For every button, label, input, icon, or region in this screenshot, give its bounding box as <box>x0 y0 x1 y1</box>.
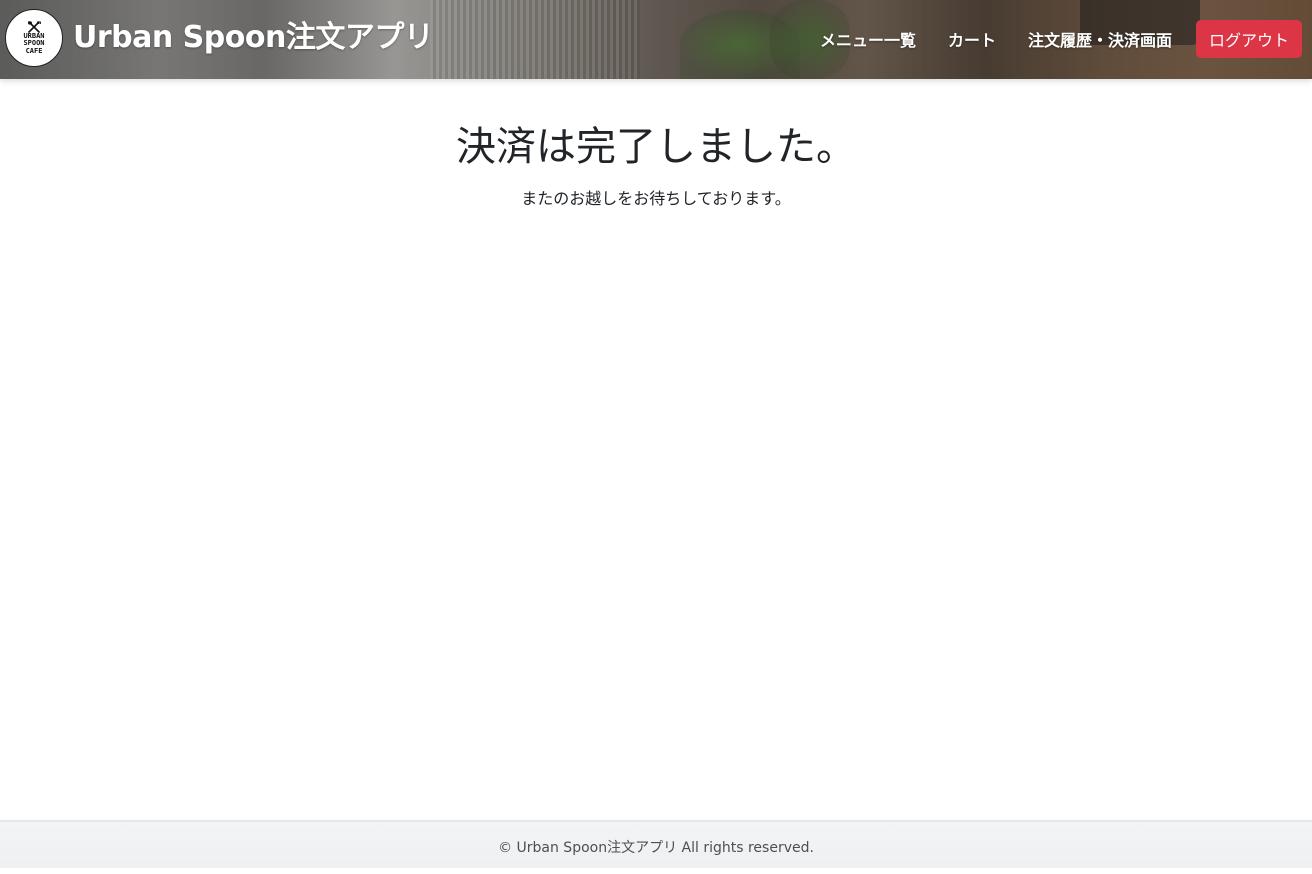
footer: © Urban Spoon注文アプリ All rights reserved. <box>0 820 1312 868</box>
main-nav: メニュー一覧 カート 注文履歴・決済画面 ログアウト <box>804 20 1302 58</box>
fork-spoon-crossed-icon <box>28 20 41 33</box>
logout-button[interactable]: ログアウト <box>1195 20 1302 58</box>
thank-you-message: またのお越しをお待ちしております。 <box>521 189 791 208</box>
nav-cart-link[interactable]: カート <box>948 27 996 51</box>
payment-complete-heading: 決済は完了しました。 <box>456 124 856 170</box>
header-background-curtain <box>430 0 640 79</box>
main-content: 決済は完了しました。 またのお越しをお待ちしております。 <box>0 79 1312 211</box>
footer-copyright: © Urban Spoon注文アプリ All rights reserved. <box>498 840 814 856</box>
app-title[interactable]: Urban Spoon注文アプリ <box>73 18 434 58</box>
nav-menu-list-link[interactable]: メニュー一覧 <box>820 27 916 51</box>
brand-logo[interactable]: URBAN SPOON CAFE <box>5 9 63 67</box>
nav-order-history-link[interactable]: 注文履歴・決済画面 <box>1028 27 1172 51</box>
logo-text-line: CAFE <box>25 46 43 55</box>
logo-text: URBAN SPOON CAFE <box>23 32 44 56</box>
top-navbar: URBAN SPOON CAFE Urban Spoon注文アプリ メニュー一覧… <box>0 0 1312 79</box>
